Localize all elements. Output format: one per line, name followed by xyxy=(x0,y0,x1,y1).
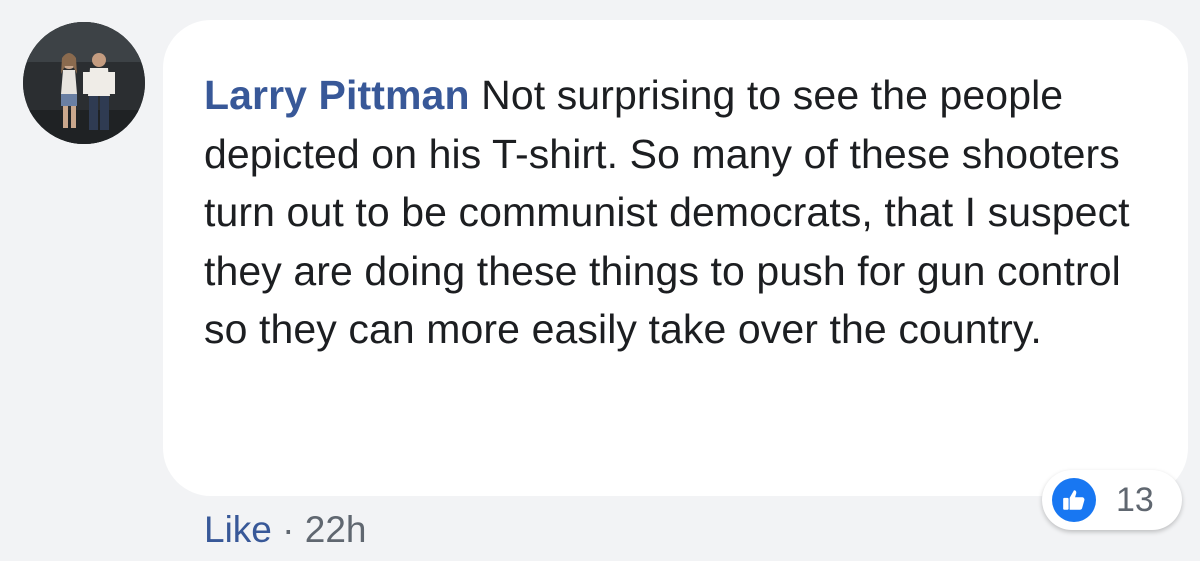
reaction-count: 13 xyxy=(1116,480,1154,519)
reactions-summary[interactable]: 13 xyxy=(1042,470,1182,530)
comment-actions: Like · 22h xyxy=(204,508,367,552)
action-separator: · xyxy=(282,509,295,550)
comment-bubble: Larry Pittman Not surprising to see the … xyxy=(163,20,1188,496)
comment-timestamp[interactable]: 22h xyxy=(305,509,367,550)
like-button[interactable]: Like xyxy=(204,509,272,550)
author-name-link[interactable]: Larry Pittman xyxy=(204,72,470,118)
thumbs-up-icon xyxy=(1052,478,1096,522)
avatar[interactable] xyxy=(23,22,145,144)
avatar-photo xyxy=(23,22,145,144)
comment: Larry Pittman Not surprising to see the … xyxy=(0,0,1200,561)
comment-body: Larry Pittman Not surprising to see the … xyxy=(204,66,1148,359)
